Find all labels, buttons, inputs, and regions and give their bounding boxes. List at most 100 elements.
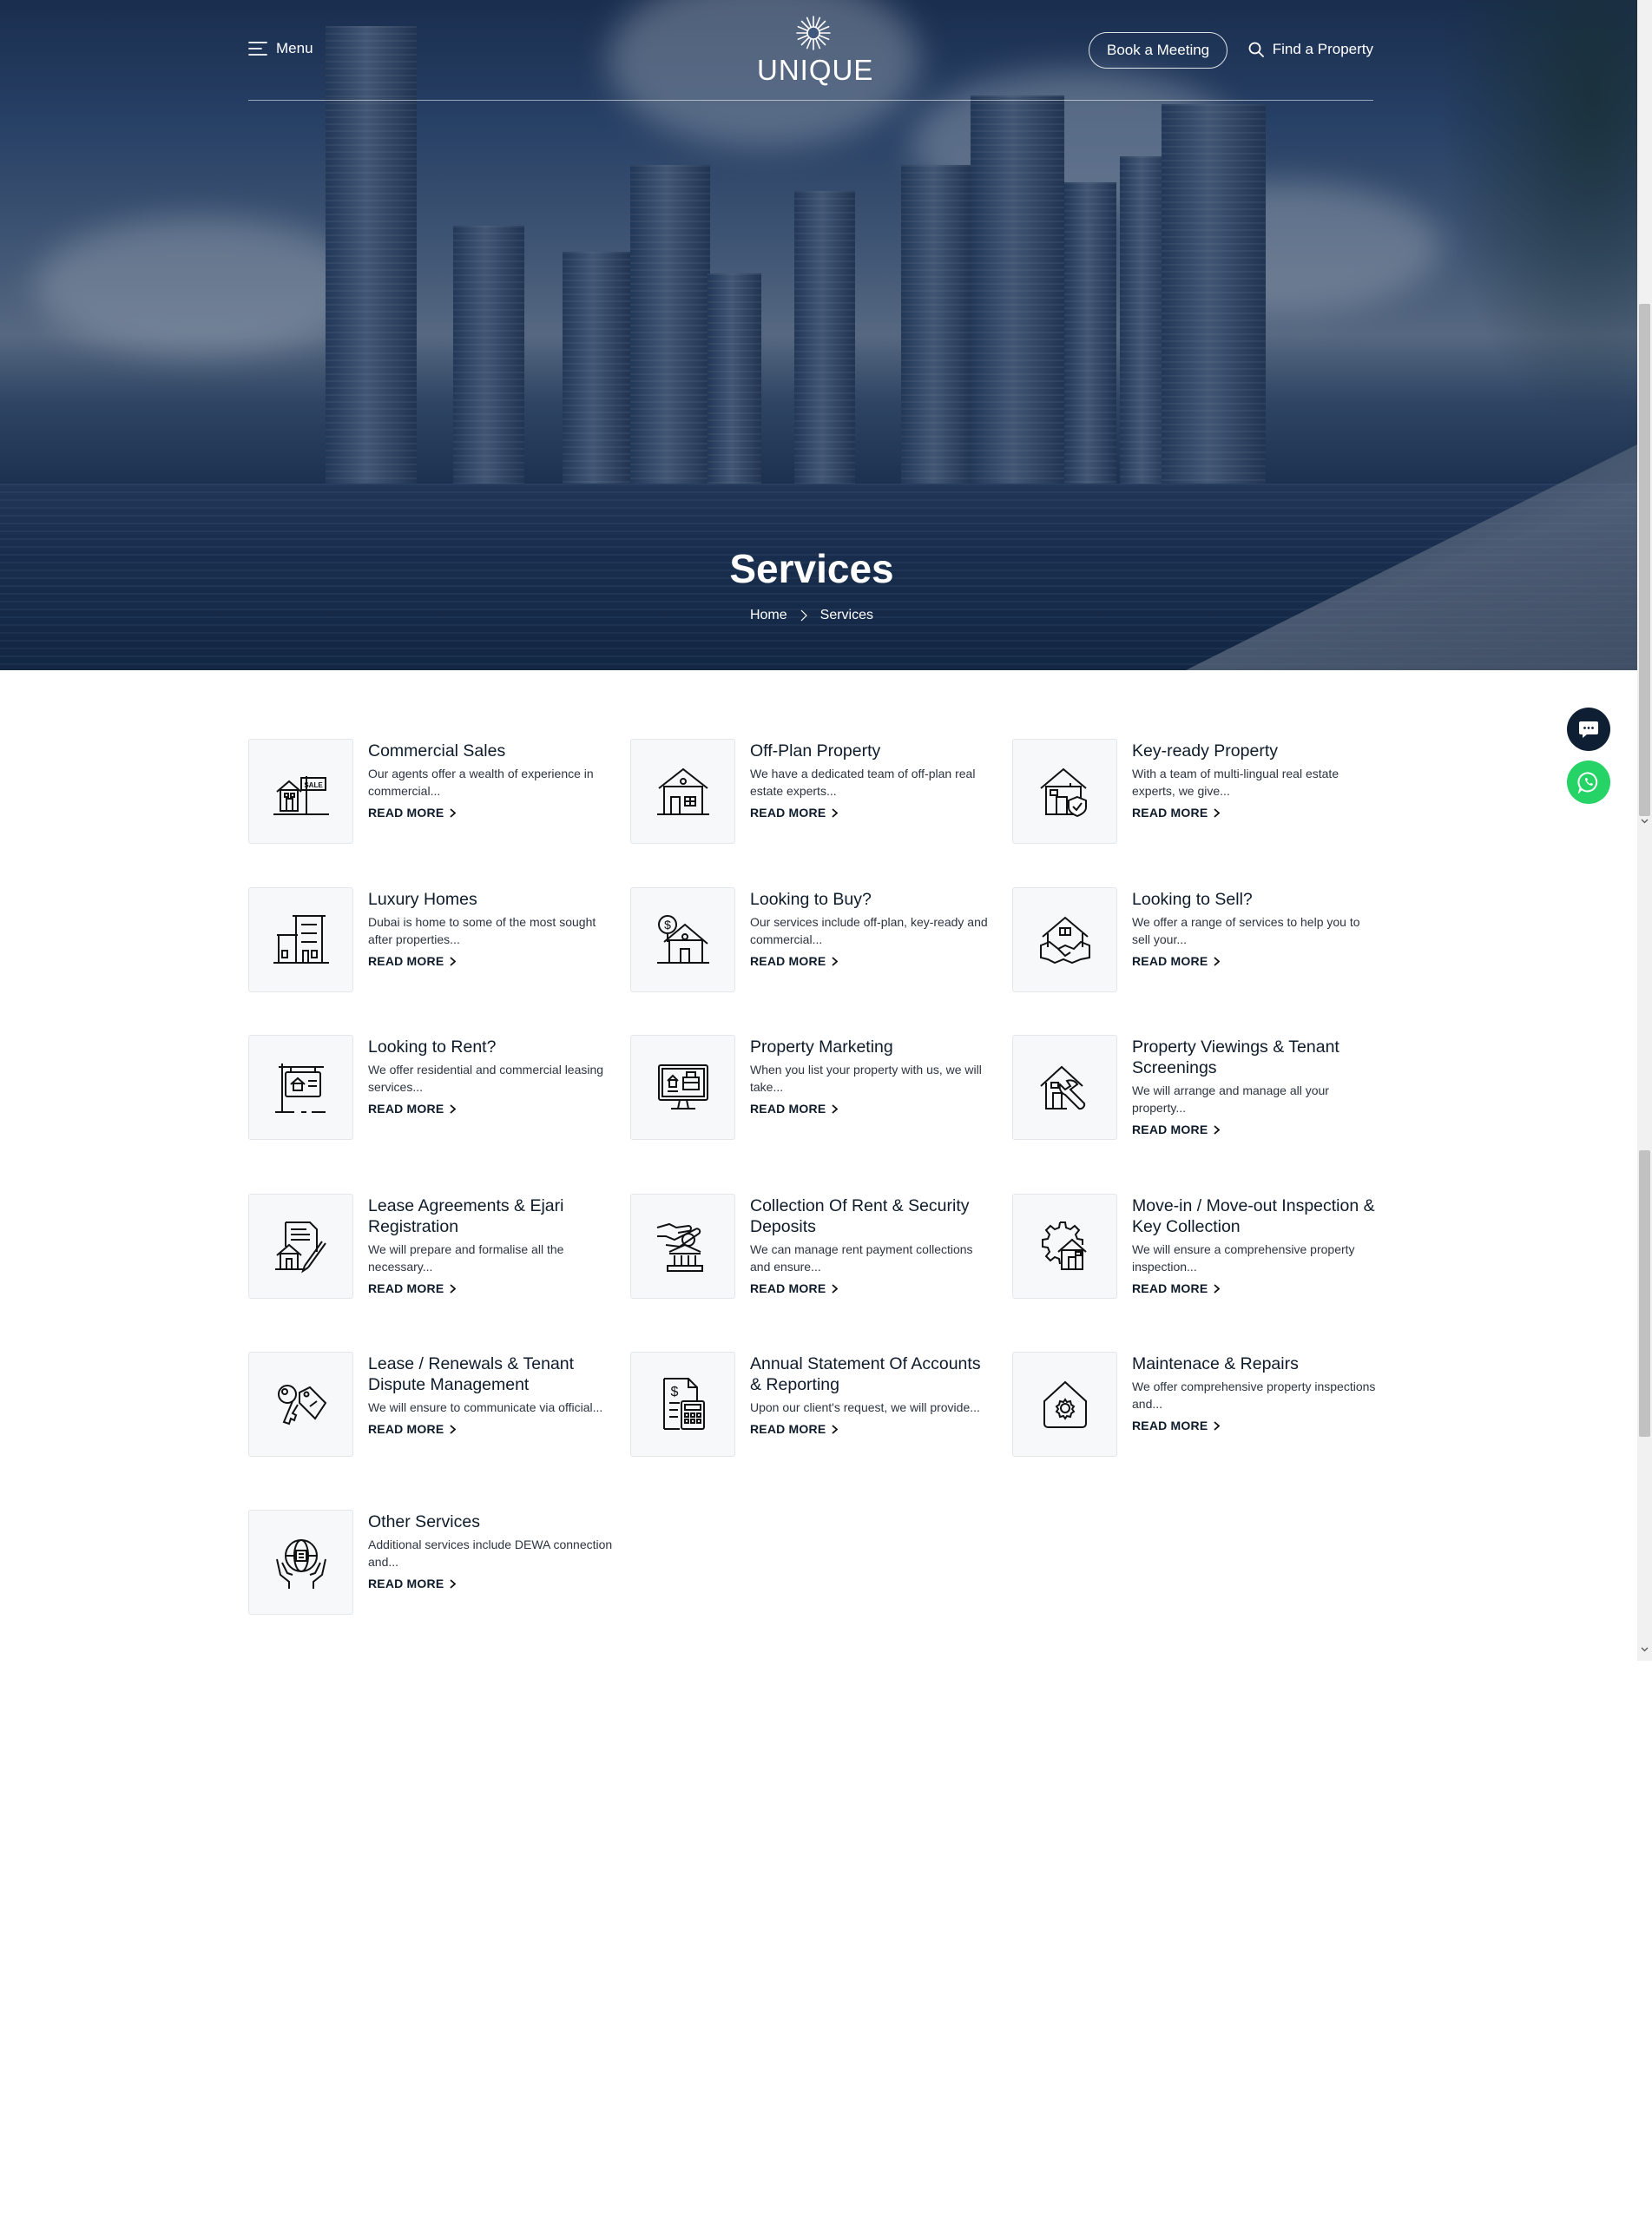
service-description: We offer a range of services to help you… [1132,915,1360,946]
chevron-right-icon [832,1424,839,1434]
service-title[interactable]: Collection Of Rent & Security Deposits [750,1195,995,1237]
apartment-building-icon [273,914,329,964]
service-card-other-services[interactable]: Other Services Additional services inclu… [248,1510,613,1615]
service-card-property-marketing[interactable]: Property Marketing When you list your pr… [630,1035,995,1140]
whatsapp-icon [1577,772,1598,793]
service-title[interactable]: Looking to Buy? [750,889,995,910]
read-more-link[interactable]: READ MORE [368,1577,613,1590]
house-shield-icon [1039,767,1087,817]
service-description: We can manage rent payment collections a… [750,1242,973,1274]
read-more-link[interactable]: READ MORE [1132,954,1377,968]
service-title[interactable]: Move-in / Move-out Inspection & Key Coll… [1132,1195,1377,1237]
house-handshake-icon [1039,916,1090,964]
scrollbar-thumb-upper[interactable] [1639,304,1650,816]
service-card-maintenance[interactable]: Maintenace & Repairs We offer comprehens… [1012,1352,1377,1457]
find-property-button[interactable]: Find a Property [1248,41,1373,58]
read-more-link[interactable]: READ MORE [750,954,995,968]
service-card-luxury-homes[interactable]: Luxury Homes Dubai is home to some of th… [248,887,613,992]
scroll-down-arrow-icon[interactable] [1641,817,1649,825]
house-dollar-icon: $ [656,914,709,964]
service-card-rent-collection[interactable]: Collection Of Rent & Security Deposits W… [630,1194,995,1299]
service-description: We will arrange and manage all your prop… [1132,1083,1329,1115]
chevron-right-icon [1214,1283,1221,1294]
hands-globe-icon [275,1538,326,1589]
service-title[interactable]: Off-Plan Property [750,741,995,761]
breadcrumb-home-link[interactable]: Home [750,608,787,623]
service-description: Dubai is home to some of the most sought… [368,915,596,946]
service-title[interactable]: Annual Statement Of Accounts & Reporting [750,1353,995,1395]
read-more-link[interactable]: READ MORE [1132,1123,1377,1136]
chevron-right-icon [832,956,839,966]
read-more-link[interactable]: READ MORE [750,1102,995,1116]
service-title[interactable]: Commercial Sales [368,741,613,761]
service-description: We will ensure to communicate via offici… [368,1400,603,1414]
service-title[interactable]: Property Marketing [750,1037,995,1057]
read-more-link[interactable]: READ MORE [368,1102,613,1116]
service-title[interactable]: Lease / Renewals & Tenant Dispute Manage… [368,1353,613,1395]
service-card-key-ready[interactable]: Key-ready Property With a team of multi-… [1012,739,1377,844]
service-title[interactable]: Other Services [368,1511,613,1532]
service-title[interactable]: Looking to Rent? [368,1037,613,1057]
read-more-link[interactable]: READ MORE [1132,1419,1377,1432]
scrollbar-thumb-lower[interactable] [1639,1150,1650,1437]
breadcrumb: Home Services [0,608,1623,623]
service-card-move-in-out[interactable]: Move-in / Move-out Inspection & Key Coll… [1012,1194,1377,1299]
service-card-annual-statement[interactable]: $ Annual Statement Of Accounts & Reporti… [630,1352,995,1457]
read-more-link[interactable]: READ MORE [750,806,995,820]
invoice-calculator-icon: $ [662,1377,705,1430]
service-card-commercial-sales[interactable]: SALE Commercial Sales Our agents offer a… [248,739,613,844]
menu-button[interactable]: Menu [248,40,313,57]
chat-bubble-icon [1579,721,1598,738]
service-card-off-plan[interactable]: Off-Plan Property We have a dedicated te… [630,739,995,844]
find-property-label: Find a Property [1272,41,1373,57]
page-title: Services [729,546,894,591]
service-card-viewings-screenings[interactable]: Property Viewings & Tenant Screenings We… [1012,1035,1377,1140]
service-card-lease-renewals[interactable]: Lease / Renewals & Tenant Dispute Manage… [248,1352,613,1457]
read-more-link[interactable]: READ MORE [368,1422,613,1436]
house-gear-icon [1043,1380,1087,1428]
hamburger-menu-icon [248,42,267,56]
contract-pen-icon [274,1221,326,1273]
whatsapp-button[interactable] [1567,761,1610,804]
service-title[interactable]: Key-ready Property [1132,741,1377,761]
service-title[interactable]: Maintenace & Repairs [1132,1353,1377,1374]
hero-banner: Menu UNIQUE Book a Meeting Find a Proper… [0,0,1637,670]
chevron-right-icon [450,1424,457,1434]
chevron-right-icon [450,1578,457,1589]
scroll-down-arrow-bottom-icon[interactable] [1641,1645,1649,1653]
read-more-link[interactable]: READ MORE [750,1281,995,1295]
service-card-looking-to-buy[interactable]: $ Looking to Buy? Our services include o… [630,887,995,992]
service-title[interactable]: Lease Agreements & Ejari Registration [368,1195,613,1237]
read-more-link[interactable]: READ MORE [368,806,613,820]
sale-sign-house-icon: SALE [273,775,329,815]
service-card-lease-ejari[interactable]: Lease Agreements & Ejari Registration We… [248,1194,613,1299]
chevron-right-icon [832,807,839,818]
service-description: Upon our client's request, we will provi… [750,1400,980,1414]
read-more-link[interactable]: READ MORE [368,1281,613,1295]
service-description: We have a dedicated team of off-plan rea… [750,767,976,798]
page-scrollbar[interactable] [1637,0,1652,1661]
service-description: We offer residential and commercial leas… [368,1063,604,1094]
chevron-right-icon [1214,1420,1221,1431]
svg-text:$: $ [664,918,671,932]
service-title[interactable]: Looking to Sell? [1132,889,1377,910]
site-logo[interactable]: UNIQUE [757,14,872,87]
read-more-link[interactable]: READ MORE [750,1422,995,1436]
service-title[interactable]: Luxury Homes [368,889,613,910]
live-chat-button[interactable] [1567,708,1610,751]
gear-house-icon [1041,1221,1087,1270]
service-title[interactable]: Property Viewings & Tenant Screenings [1132,1037,1377,1078]
service-card-looking-to-rent[interactable]: Looking to Rent? We offer residential an… [248,1035,613,1140]
read-more-link[interactable]: READ MORE [1132,806,1377,820]
book-meeting-button[interactable]: Book a Meeting [1089,32,1228,69]
read-more-link[interactable]: READ MORE [368,954,613,968]
chevron-right-icon [1214,807,1221,818]
chevron-right-icon [450,807,457,818]
service-description: We offer comprehensive property inspecti… [1132,1379,1376,1411]
read-more-link[interactable]: READ MORE [1132,1281,1377,1295]
service-description: We will ensure a comprehensive property … [1132,1242,1355,1274]
service-card-looking-to-sell[interactable]: Looking to Sell? We offer a range of ser… [1012,887,1377,992]
chevron-right-icon [450,956,457,966]
menu-label: Menu [276,40,313,56]
svg-text:SALE: SALE [304,781,323,789]
